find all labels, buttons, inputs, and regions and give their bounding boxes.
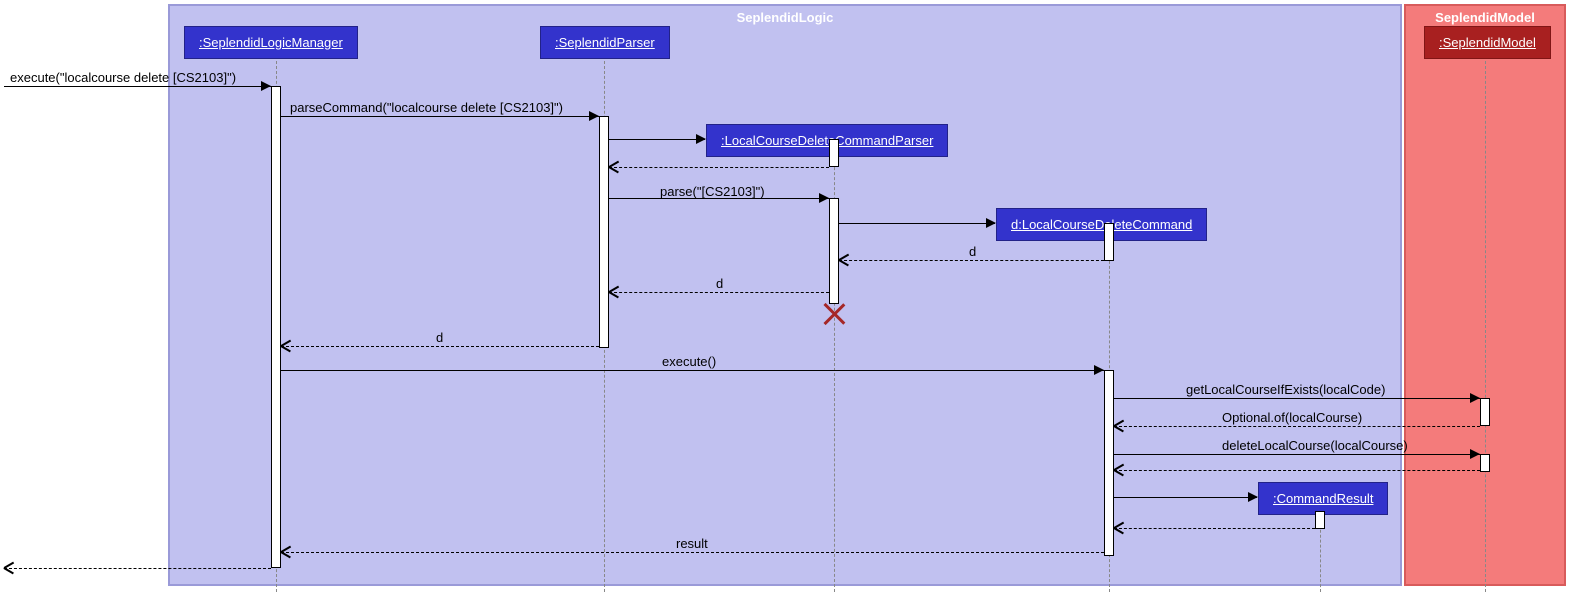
arrow-m2-head: [589, 111, 599, 121]
activation-model-2: [1480, 454, 1490, 472]
msg-execute-in: execute("localcourse delete [CS2103]"): [10, 70, 236, 85]
msg-d1: d: [969, 244, 976, 259]
msg-parse: parse("[CS2103]"): [660, 184, 765, 199]
arrow-m2: [281, 116, 599, 117]
arrow-m10-head: [1470, 449, 1480, 459]
activation-delete-parser-2: [829, 198, 839, 304]
participant-logic-manager: :SeplendidLogicManager: [184, 26, 358, 59]
msg-parse-command: parseCommand("localcourse delete [CS2103…: [290, 100, 563, 115]
arrow-d2-head: [609, 287, 619, 297]
arrow-d1: [839, 260, 1104, 261]
msg-optional: Optional.of(localCourse): [1222, 410, 1362, 425]
arrow-m10: [1114, 454, 1480, 455]
arrow-create-result-head: [1248, 492, 1258, 502]
destroy-icon: [822, 302, 846, 326]
activation-delete-parser-1: [829, 139, 839, 167]
arrow-m10-ret: [1114, 470, 1480, 471]
arrow-m3-head: [819, 193, 829, 203]
arrow-final-out: [4, 568, 271, 569]
arrow-m7-head: [1094, 365, 1104, 375]
arrow-m8: [1114, 398, 1480, 399]
activation-model-1: [1480, 398, 1490, 426]
arrow-create-parser-ret: [609, 167, 829, 168]
arrow-create-parser-ret-head: [609, 162, 619, 172]
arrow-m9: [1114, 426, 1480, 427]
arrow-create-result-ret-head: [1114, 523, 1124, 533]
arrow-m1-head: [261, 81, 271, 91]
arrow-d1-head: [839, 255, 849, 265]
participant-model: :SeplendidModel: [1424, 26, 1551, 59]
participant-parser: :SeplendidParser: [540, 26, 670, 59]
lifeline-model: [1485, 56, 1486, 592]
arrow-m11: [281, 552, 1104, 553]
arrow-create-parser-head: [696, 134, 706, 144]
arrow-m1: [4, 86, 271, 87]
arrow-final-out-head: [4, 563, 14, 573]
activation-delete-cmd-1: [1104, 223, 1114, 261]
arrow-d3: [281, 346, 599, 347]
msg-result: result: [676, 536, 708, 551]
arrow-d3-head: [281, 341, 291, 351]
arrow-m7: [281, 370, 1104, 371]
activation-cmd-result: [1315, 511, 1325, 529]
arrow-create-cmd: [839, 223, 995, 224]
arrow-m10-ret-head: [1114, 465, 1124, 475]
arrow-m8-head: [1470, 393, 1480, 403]
msg-d3: d: [436, 330, 443, 345]
arrow-m9-head: [1114, 421, 1124, 431]
seplendid-logic-frame: SeplendidLogic: [168, 4, 1402, 586]
arrow-m3: [609, 198, 829, 199]
activation-parser: [599, 116, 609, 348]
activation-logic-manager: [271, 86, 281, 568]
msg-execute: execute(): [662, 354, 716, 369]
arrow-create-cmd-head: [986, 218, 996, 228]
arrow-create-result-ret: [1114, 528, 1315, 529]
arrow-d2: [609, 292, 829, 293]
participant-delete-cmd: d:LocalCourseDeleteCommand: [996, 208, 1207, 241]
msg-delete-local: deleteLocalCourse(localCourse): [1222, 438, 1408, 453]
msg-get-local: getLocalCourseIfExists(localCode): [1186, 382, 1385, 397]
arrow-m11-head: [281, 547, 291, 557]
participant-delete-parser: :LocalCourseDeleteCommandParser: [706, 124, 948, 157]
arrow-create-result: [1114, 497, 1257, 498]
msg-d2: d: [716, 276, 723, 291]
arrow-create-parser: [609, 139, 705, 140]
